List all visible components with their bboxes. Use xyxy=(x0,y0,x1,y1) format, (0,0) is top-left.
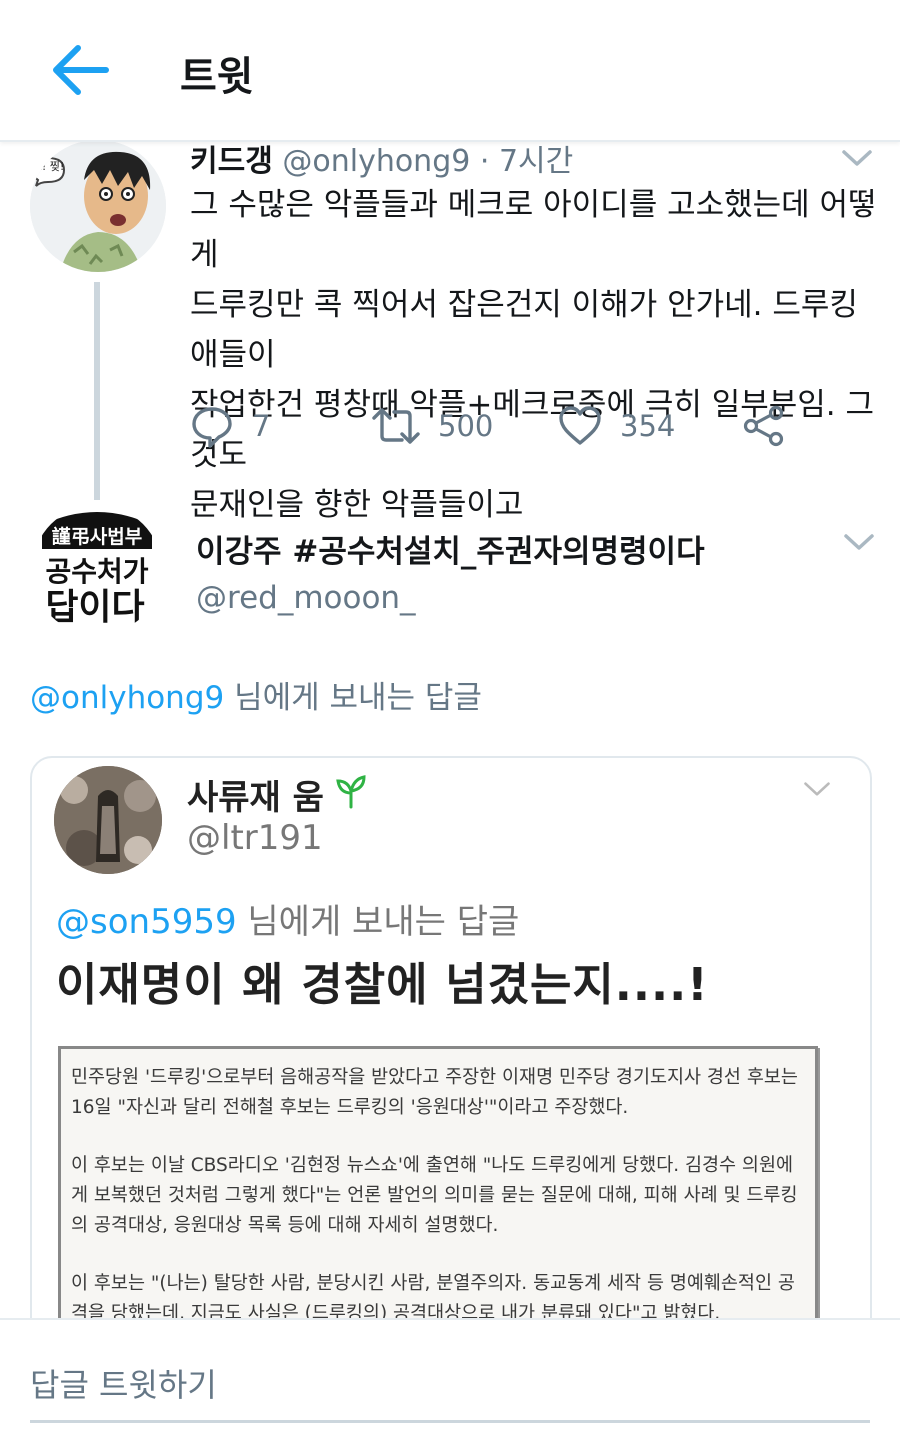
reply-icon xyxy=(192,407,232,448)
quoted-display-name: 사류재 움 xyxy=(187,770,366,819)
username[interactable]: @red_mooon_ xyxy=(196,580,416,616)
avatar[interactable]: 謹弔사법부 공수처가 답이다 xyxy=(32,505,162,635)
avatar-text: 謹弔사법부 xyxy=(52,525,142,548)
quoted-reply-suffix: 님에게 보내는 답글 xyxy=(236,902,520,942)
tweet-text-line: 드루킹만 콕 찍어서 잡은건지 이해가 안가네. 드루킹 애들이 xyxy=(190,287,858,373)
reply-count: 7 xyxy=(252,409,271,443)
reply-input[interactable]: 답글 트윗하기 xyxy=(30,1360,217,1406)
timestamp: · 7시간 xyxy=(479,144,574,179)
display-name[interactable]: 키드갱 xyxy=(190,144,273,179)
avatar-text: 답이다 xyxy=(45,587,144,628)
thread-connector xyxy=(94,282,100,500)
replying-to-link[interactable]: @onlyhong9 xyxy=(30,680,224,716)
chevron-down-icon xyxy=(804,782,830,796)
tweet-text: 그 수많은 악플들과 메크로 아이디를 고소했는데 어떻게 드루킹만 콕 찍어서… xyxy=(190,180,880,530)
quoted-reply-handle: @son5959 xyxy=(56,902,237,942)
chevron-down-icon xyxy=(842,150,872,166)
quoted-headline: 이재명이 왜 경찰에 넘겼는지....! xyxy=(56,958,709,1011)
tweet-text-line: 문재인을 향한 악플들이고 xyxy=(190,487,524,523)
retweet-button[interactable]: 500 xyxy=(372,400,493,452)
tweet-text-line: 그 수많은 악플들과 메크로 아이디를 고소했는데 어떻게 xyxy=(190,187,877,273)
retweet-icon xyxy=(372,408,420,444)
tweet-menu-button[interactable] xyxy=(842,532,876,552)
page-title: 트윗 xyxy=(180,54,254,100)
top-bar: 트윗 xyxy=(0,0,900,142)
retweet-count: 500 xyxy=(438,409,494,443)
share-icon xyxy=(743,405,784,447)
replying-to: @onlyhong9 님에게 보내는 답글 xyxy=(30,672,482,717)
tweet-menu-button[interactable] xyxy=(840,148,874,168)
like-button[interactable]: 354 xyxy=(558,400,675,452)
quoted-replying-to: @son5959 님에게 보내는 답글 xyxy=(56,894,519,943)
quoted-username: @ltr191 xyxy=(187,818,323,858)
reply-bar: 답글 트윗하기 xyxy=(0,1318,900,1437)
avatar-caption: 오! 찢! xyxy=(32,160,65,173)
back-button[interactable] xyxy=(50,42,110,98)
reply-button[interactable]: 7 xyxy=(190,400,270,452)
quoted-menu-icon xyxy=(802,780,836,800)
like-count: 354 xyxy=(620,409,676,443)
arrow-left-icon xyxy=(53,45,109,95)
article-paragraph: 민주당원 '드루킹'으로부터 음해공작을 받았다고 주장한 이재명 민주당 경기… xyxy=(71,1067,798,1118)
share-button[interactable] xyxy=(742,400,804,452)
sprout-icon xyxy=(336,775,366,809)
tweet-actions: 7 500 354 xyxy=(190,400,810,452)
display-name[interactable]: 이강주 #공수처설치_주권자의명령이다 xyxy=(196,526,705,571)
heart-icon xyxy=(559,406,601,445)
reply-input-underline xyxy=(30,1420,870,1423)
replying-to-suffix: 님에게 보내는 답글 xyxy=(224,680,482,716)
tweet-header: 키드갱 @onlyhong9 · 7시간 xyxy=(190,136,573,180)
article-paragraph: 이 후보는 이날 CBS라디오 '김현정 뉴스쇼'에 출연해 "나도 드루킹에게… xyxy=(71,1155,798,1236)
avatar xyxy=(54,766,162,874)
attached-image[interactable]: 사류재 움 @ltr191 @son5959 님에게 보내는 답글 이재명이 왜… xyxy=(30,756,872,1380)
avatar-text: 공수처가 xyxy=(45,555,148,588)
chevron-down-icon xyxy=(844,534,874,550)
username[interactable]: @onlyhong9 xyxy=(282,144,470,179)
quoted-name-text: 사류재 움 xyxy=(187,778,324,818)
avatar[interactable]: 오! 찢! xyxy=(30,140,166,272)
